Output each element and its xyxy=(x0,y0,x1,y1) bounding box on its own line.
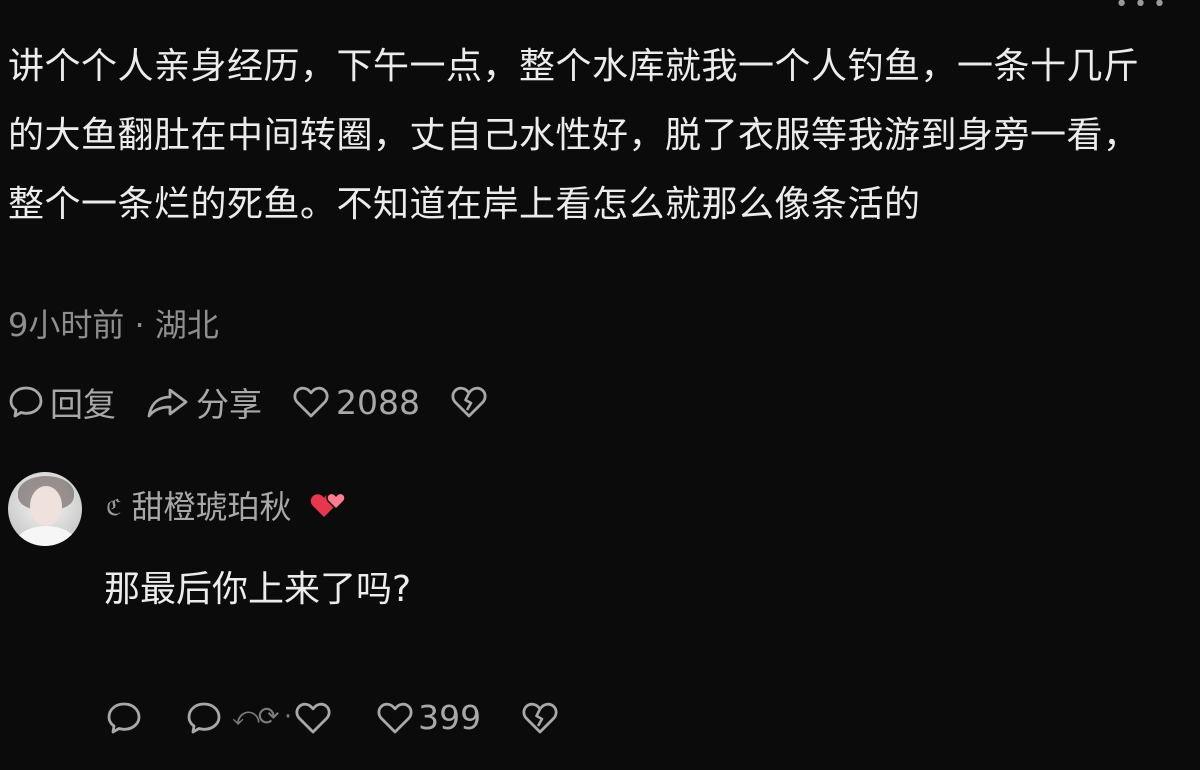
more-options-icon[interactable]: ••• xyxy=(1115,0,1172,17)
broken-heart-icon xyxy=(522,702,558,733)
like-count: 2088 xyxy=(336,382,420,422)
reply-text: 那最后你上来了吗? xyxy=(104,569,412,610)
reply-like-button[interactable]: 399 xyxy=(376,698,481,737)
broken-heart-icon xyxy=(451,386,487,418)
reply-heart-button-ghost[interactable] xyxy=(294,700,332,736)
share-arrow-icon xyxy=(147,388,188,418)
reply-like-count: 399 xyxy=(418,698,482,737)
comment-bubble-icon xyxy=(107,702,141,733)
reply-reply-button[interactable] xyxy=(106,700,142,736)
dislike-button[interactable] xyxy=(450,384,488,420)
share-button[interactable]: 分享 xyxy=(146,378,262,426)
reply-dislike-button[interactable] xyxy=(521,700,559,736)
avatar[interactable] xyxy=(8,472,82,546)
glitch-artifact: ⤺⟳ · xyxy=(232,702,292,732)
reply-username[interactable]: 甜橙琥珀秋 xyxy=(131,482,291,528)
reply-actions: ⤺⟳ · 399 xyxy=(106,698,559,737)
comment-bubble-icon xyxy=(187,702,221,733)
heart-outline-icon xyxy=(295,702,331,733)
comment-meta: 9小时前 · 湖北 xyxy=(8,306,219,344)
reply-button[interactable]: 回复 xyxy=(8,378,116,426)
heart-outline-icon xyxy=(377,702,413,733)
user-level-icon: ℭ xyxy=(106,495,122,521)
heart-outline-icon xyxy=(293,386,329,418)
comment-bubble-icon xyxy=(9,386,43,418)
reply-label: 回复 xyxy=(50,385,116,424)
share-label: 分享 xyxy=(196,385,262,424)
double-heart-icon xyxy=(311,492,347,517)
comment-thread: ••• 讲个个人亲身经历，下午一点，整个水库就我一个人钓鱼，一条十几斤的大鱼翻肚… xyxy=(0,0,1200,770)
like-button[interactable]: 2088 xyxy=(292,383,420,422)
reply-share-button[interactable]: ⤺⟳ · xyxy=(186,700,292,736)
reply-comment: ℭ 甜橙琥珀秋 那最后你上来了吗? ⤺⟳ · 399 xyxy=(6,470,1186,760)
reply-header: ℭ 甜橙琥珀秋 xyxy=(106,482,349,528)
comment-actions: 回复 分享 2088 xyxy=(8,378,488,426)
comment-text: 讲个个人亲身经历，下午一点，整个水库就我一个人钓鱼，一条十几斤的大鱼翻肚在中间转… xyxy=(8,46,1140,225)
